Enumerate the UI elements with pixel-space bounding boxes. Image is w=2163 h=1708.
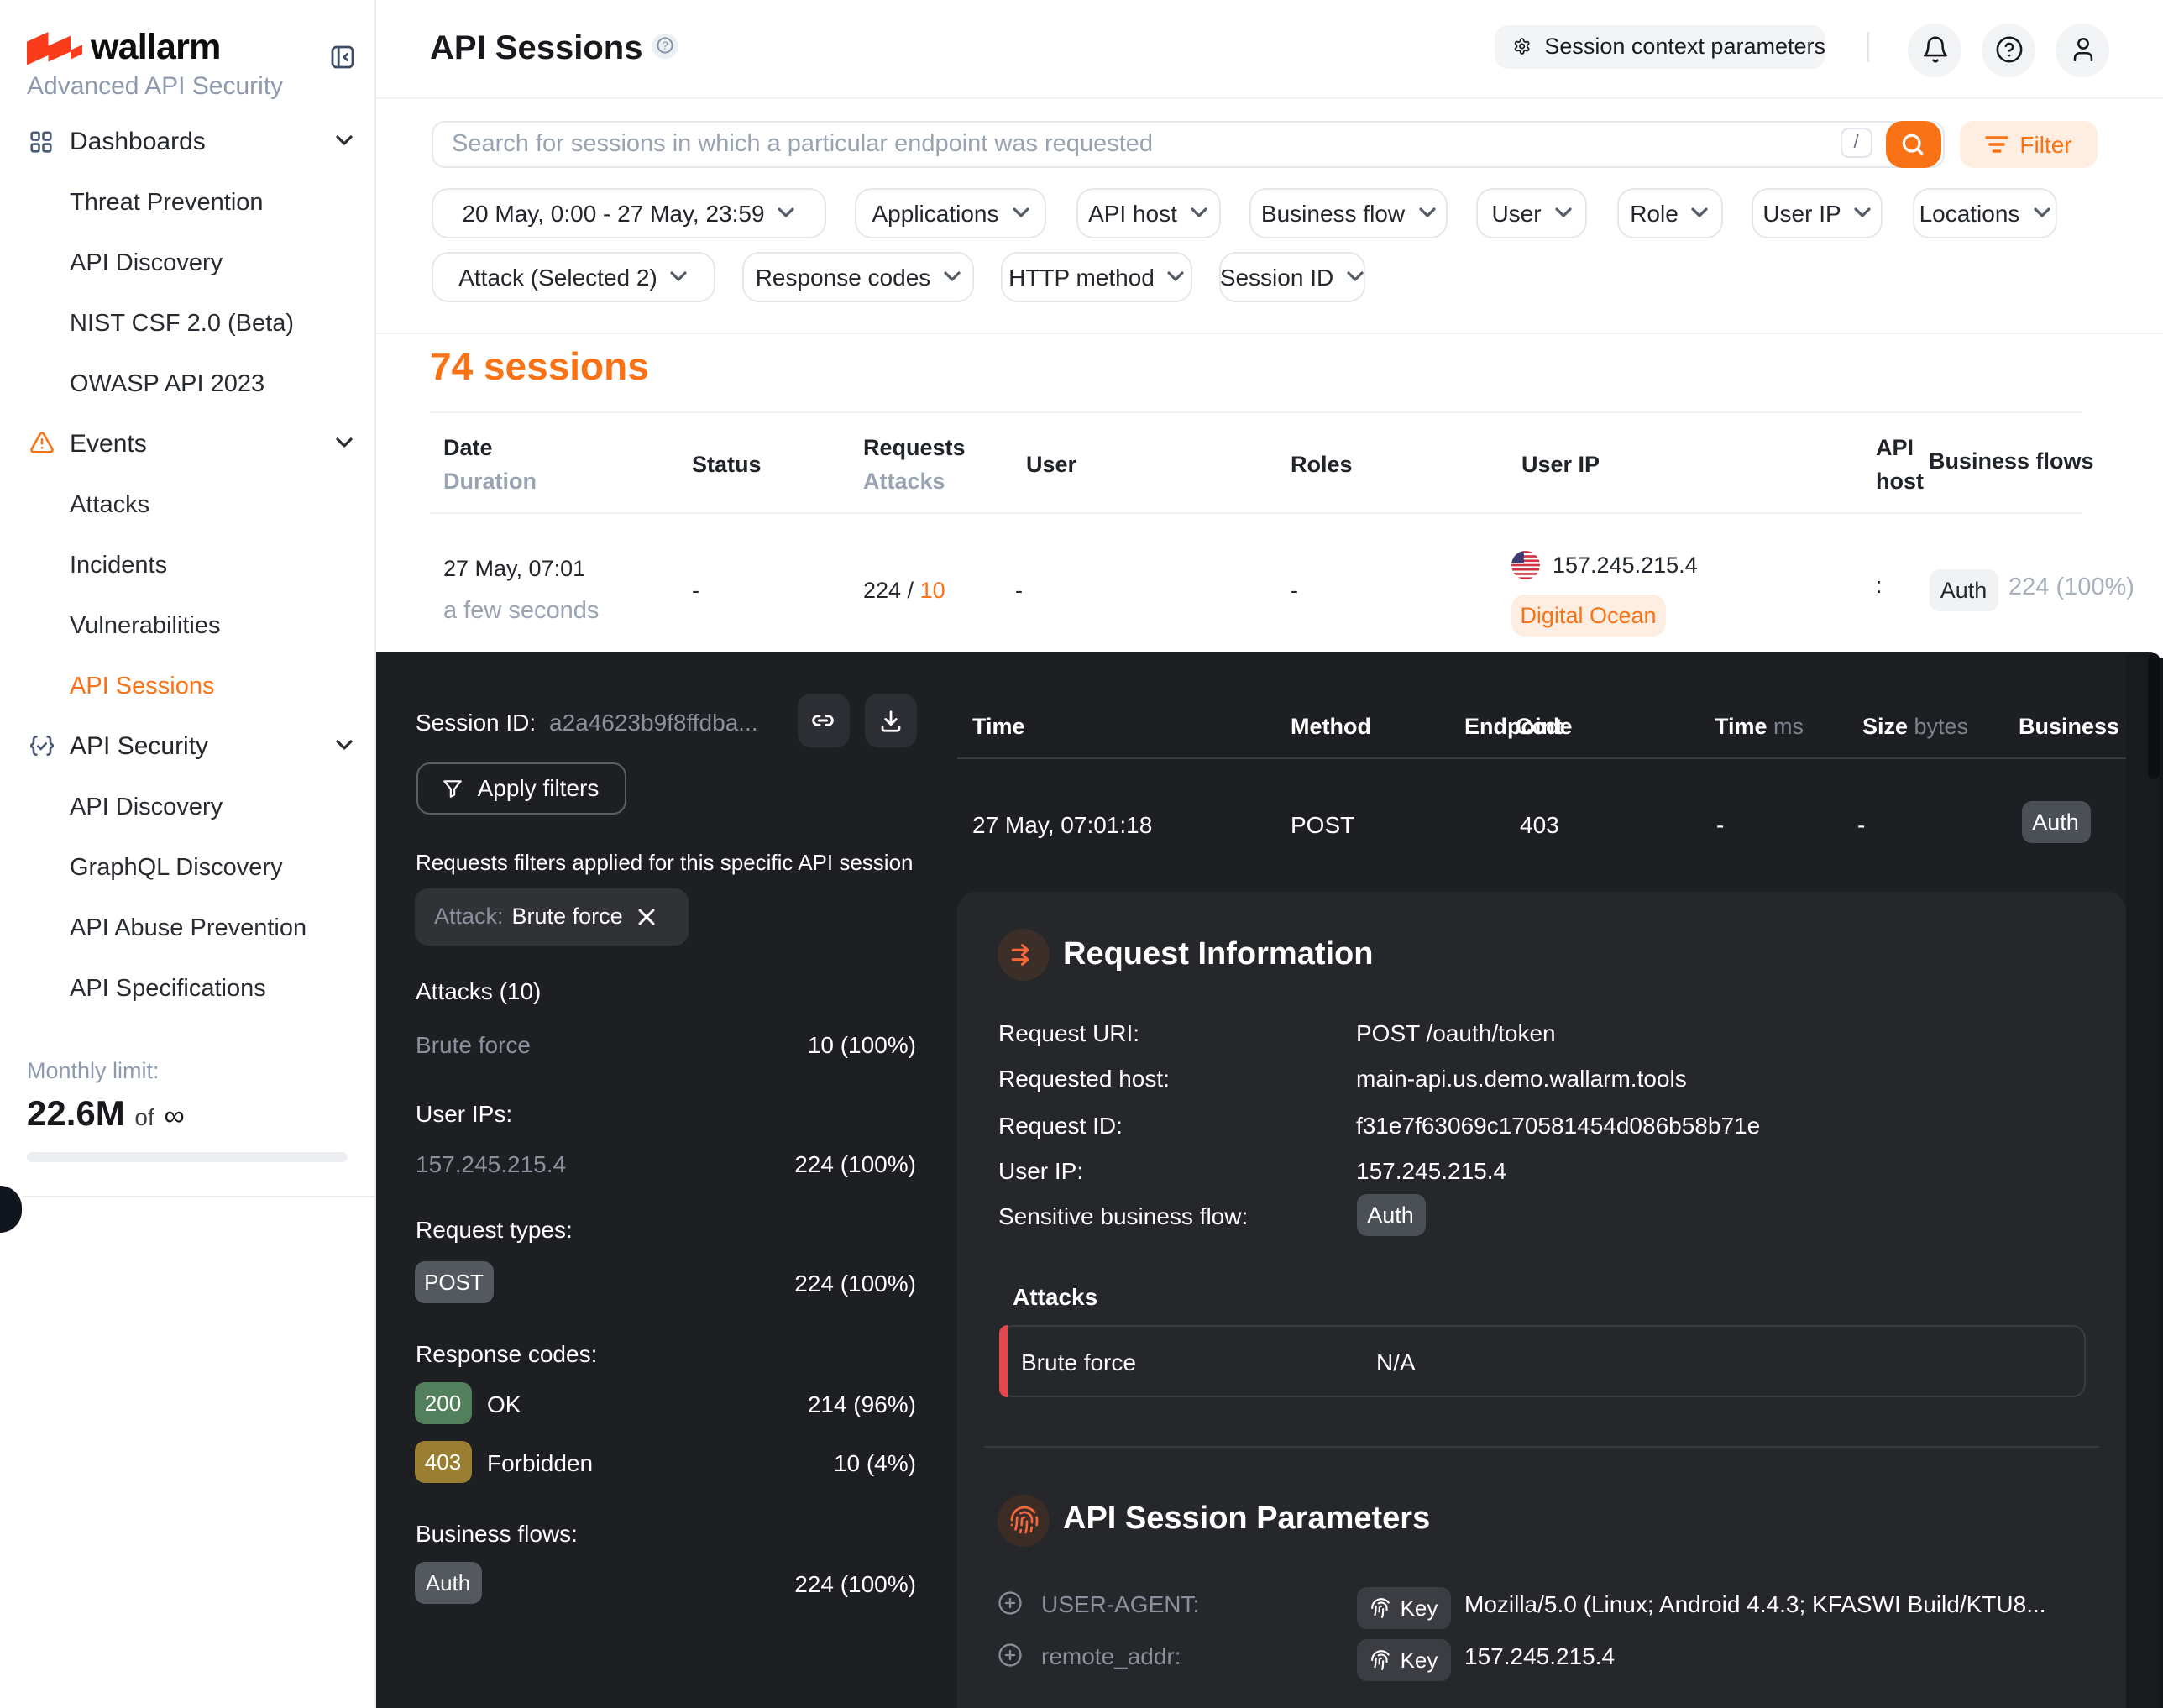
svg-text:?: ? xyxy=(662,39,668,52)
